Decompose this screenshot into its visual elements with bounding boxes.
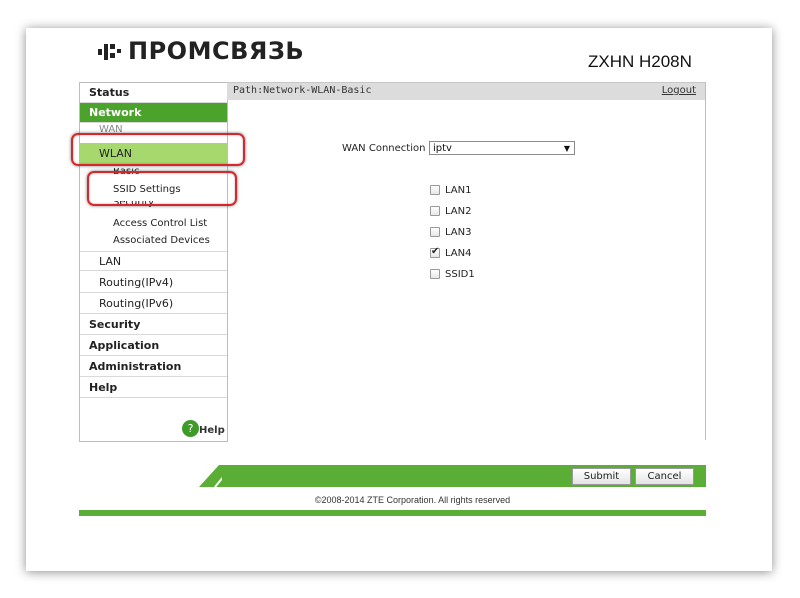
checkbox-label: LAN4 <box>445 248 472 259</box>
nav-wlan-security[interactable]: Security <box>113 201 154 210</box>
wan-connection-label: WAN Connection <box>342 143 426 154</box>
footer-bar: Submit Cancel <box>79 465 706 487</box>
nav-wlan[interactable]: WLAN <box>80 143 227 165</box>
nav-application[interactable]: Application <box>80 335 227 356</box>
nav-network[interactable]: Network <box>80 103 227 123</box>
content-right-border <box>705 82 706 440</box>
checkbox-lan4[interactable]: ✔ <box>430 246 440 258</box>
help-icon: ? <box>182 420 199 437</box>
checkbox-lan3[interactable] <box>430 227 440 237</box>
checkbox-label: LAN1 <box>445 185 472 196</box>
checkbox-lan2[interactable] <box>430 206 440 216</box>
sidebar: Status Network WAN WLAN Basic SSID Setti… <box>79 82 228 442</box>
wan-connection-select[interactable]: iptv ▼ <box>429 141 575 155</box>
nav-wan[interactable]: WAN <box>99 123 123 133</box>
checkbox-label: LAN3 <box>445 227 472 238</box>
bottom-green-line <box>79 510 706 516</box>
checkbox-label: SSID1 <box>445 269 475 280</box>
nav-wlan-basic[interactable]: Basic <box>113 168 139 178</box>
device-model: ZXHN H208N <box>588 52 692 71</box>
logo-text: ПРОМСВЯЗЬ <box>128 37 305 65</box>
dropdown-arrow-icon: ▼ <box>563 144 570 153</box>
checkmark-icon: ✔ <box>431 246 440 257</box>
checkbox-lan1[interactable] <box>430 185 440 195</box>
nav-routing-ipv4[interactable]: Routing(IPv4) <box>80 272 227 293</box>
copyright-text: ©2008-2014 ZTE Corporation. All rights r… <box>314 495 511 505</box>
checkbox-label: LAN2 <box>445 206 472 217</box>
nav-help[interactable]: Help <box>80 377 227 398</box>
help-link-label: Help <box>199 425 225 436</box>
nav-lan[interactable]: LAN <box>80 251 227 271</box>
nav-wlan-access-control-list[interactable]: Access Control List <box>113 217 207 231</box>
nav-wlan-associated-devices[interactable]: Associated Devices <box>113 234 210 248</box>
footer-green-band <box>222 465 706 487</box>
nav-security[interactable]: Security <box>80 314 227 335</box>
nav-wlan-ssid-settings[interactable]: SSID Settings <box>113 183 181 197</box>
wan-connection-value: iptv <box>433 143 452 154</box>
path-bar: Path:Network-WLAN-Basic Logout <box>227 82 706 100</box>
nav-routing-ipv6[interactable]: Routing(IPv6) <box>80 293 227 314</box>
submit-button[interactable]: Submit <box>572 468 631 485</box>
cancel-button[interactable]: Cancel <box>635 468 694 485</box>
breadcrumb: Path:Network-WLAN-Basic <box>233 85 372 96</box>
checkbox-ssid1[interactable] <box>430 269 440 279</box>
logo-mark-icon <box>98 44 121 60</box>
router-page: Status Network WAN WLAN Basic SSID Setti… <box>79 82 706 516</box>
logout-link[interactable]: Logout <box>662 85 696 96</box>
nav-status[interactable]: Status <box>80 83 227 103</box>
nav-administration[interactable]: Administration <box>80 356 227 377</box>
